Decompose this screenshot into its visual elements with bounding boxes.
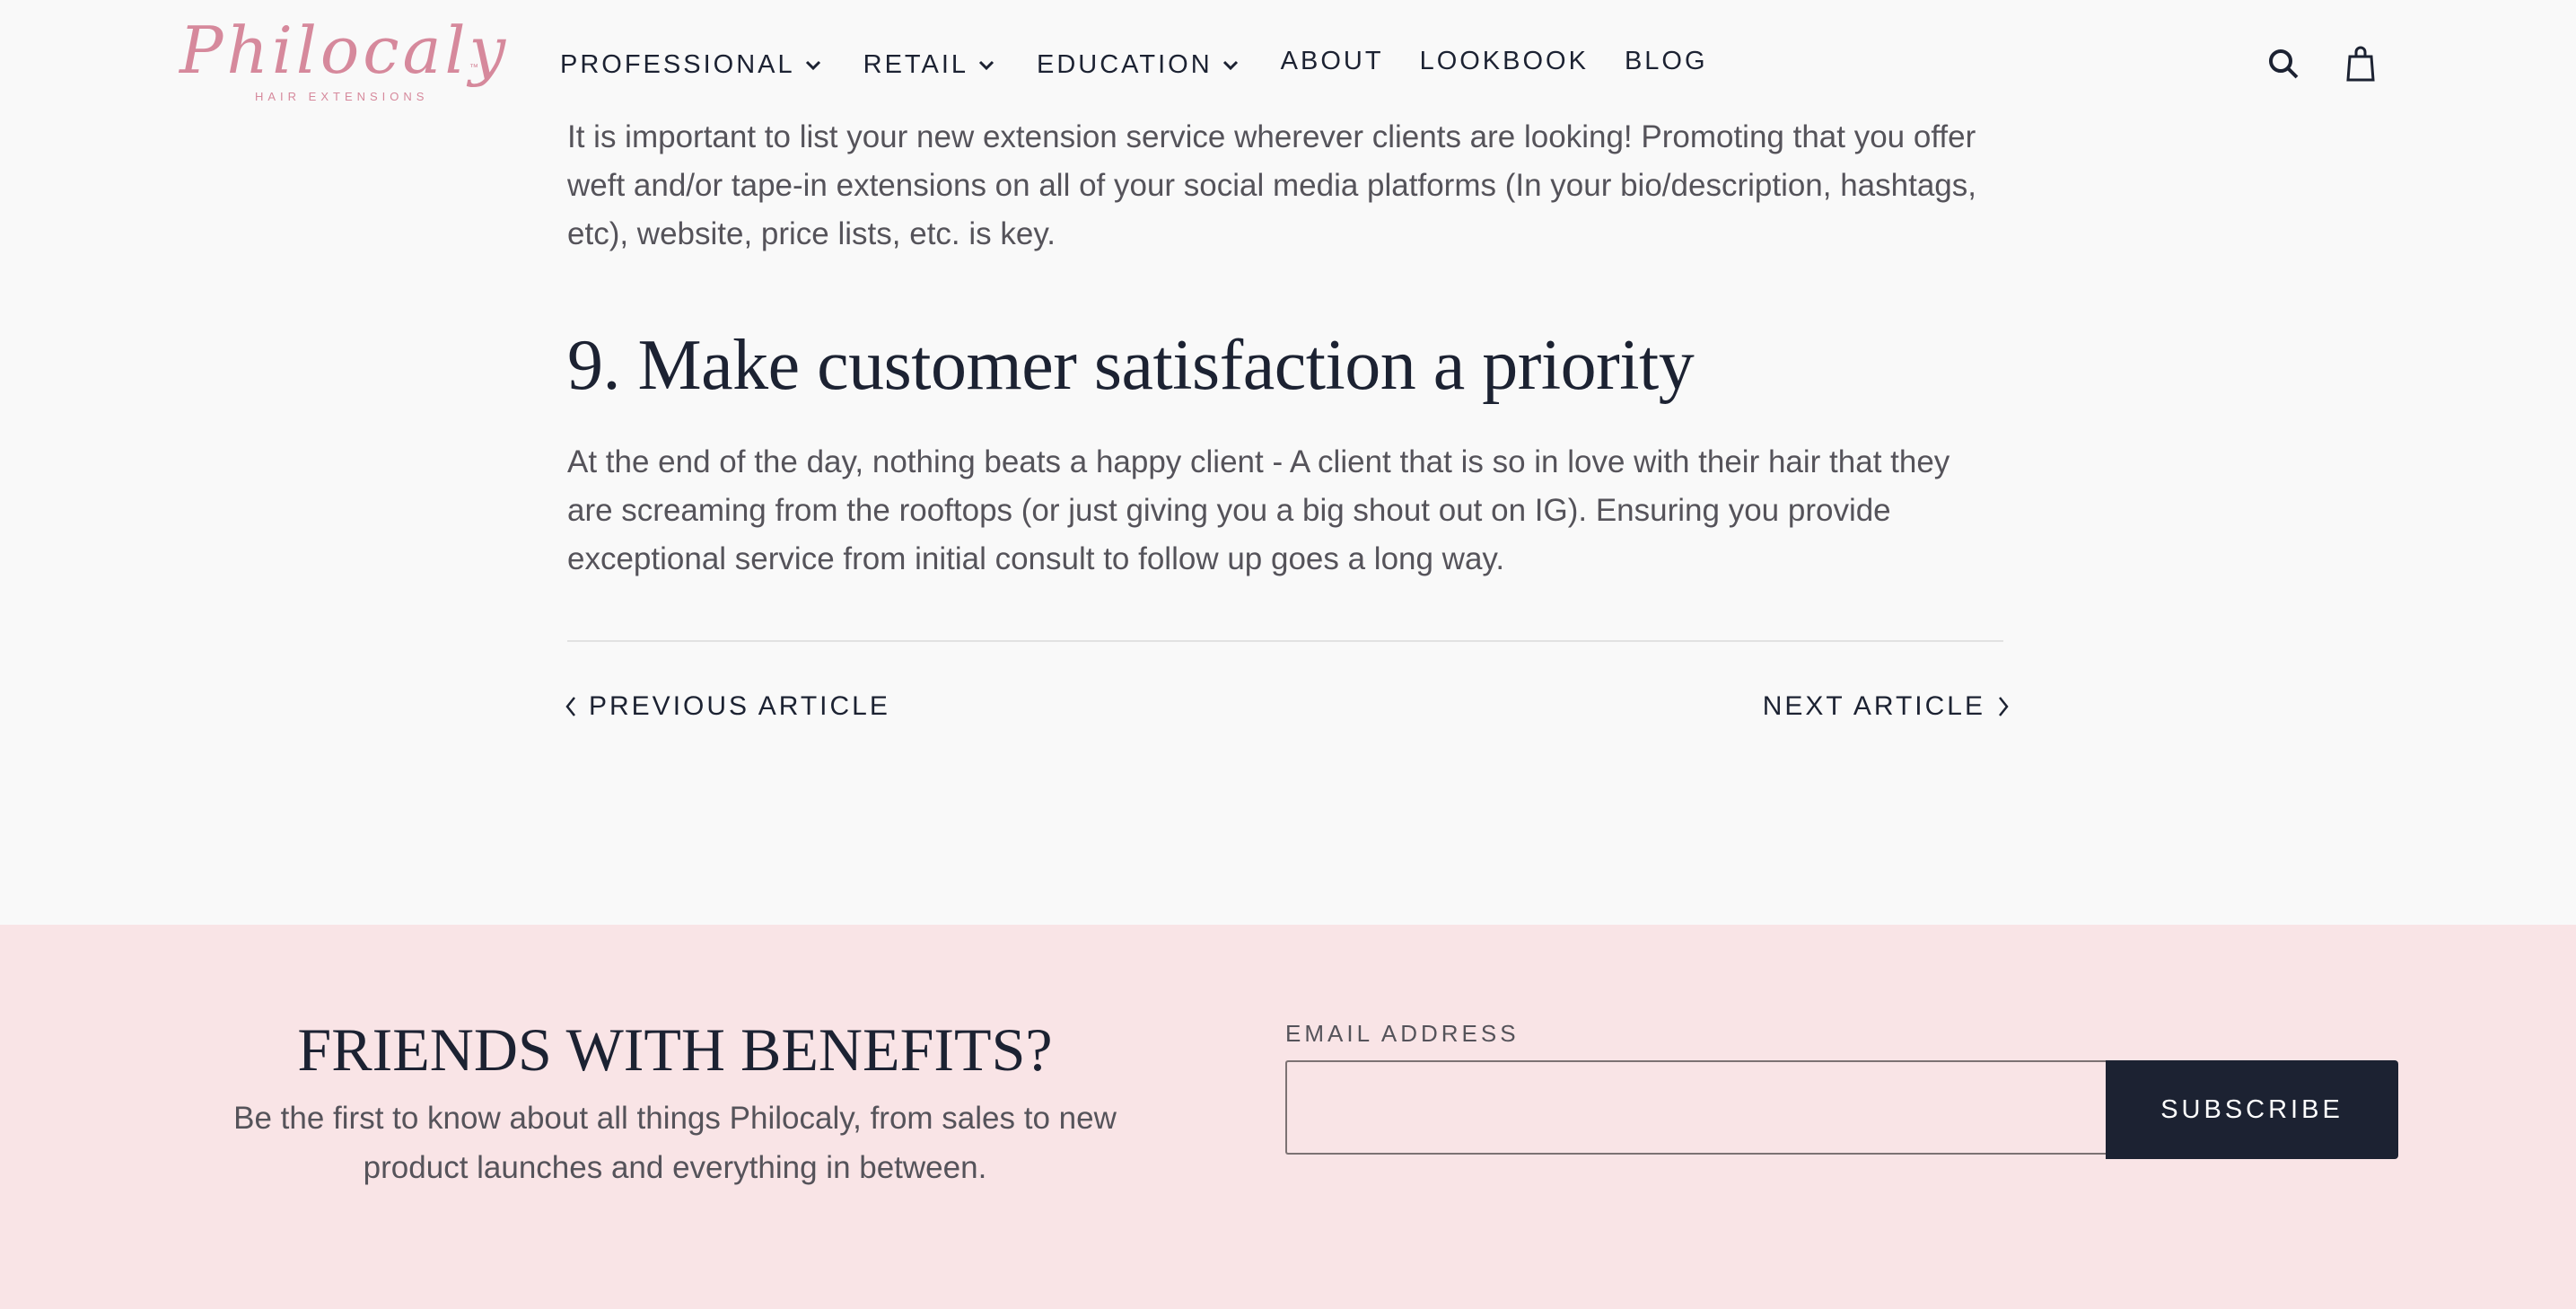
nav-item-lookbook[interactable]: LOOKBOOK <box>1420 47 1589 76</box>
chevron-left-icon <box>565 697 575 716</box>
shopping-bag-icon <box>2346 46 2375 82</box>
newsletter-description: Be the first to know about all things Ph… <box>233 1101 1117 1185</box>
nav-item-label: RETAIL <box>863 50 969 79</box>
cart-button[interactable] <box>2343 45 2379 84</box>
nav-item-label: ABOUT <box>1280 47 1384 75</box>
nav-item-professional[interactable]: PROFESSIONAL <box>560 50 822 80</box>
newsletter-section: FRIENDS WITH BENEFITS? Be the first to k… <box>0 925 2576 1309</box>
search-icon <box>2269 49 2299 79</box>
nav-item-retail[interactable]: RETAIL <box>863 50 995 80</box>
nav-item-label: BLOG <box>1624 47 1708 75</box>
divider <box>567 640 2003 642</box>
nav-item-label: LOOKBOOK <box>1419 47 1589 75</box>
nav-item-about[interactable]: ABOUT <box>1281 47 1384 76</box>
chevron-down-icon <box>978 60 994 70</box>
chevron-down-icon <box>1222 60 1238 70</box>
email-label: EMAIL ADDRESS <box>1285 1020 1520 1047</box>
newsletter-title: FRIENDS WITH BENEFITS? <box>297 1015 1053 1084</box>
nav-item-education[interactable]: EDUCATION <box>1037 50 1240 80</box>
next-article-link[interactable]: NEXT ARTICLE <box>1763 691 2011 722</box>
main-nav: PROFESSIONAL RETAIL EDUCATION ABOUT LOOK… <box>560 47 1749 79</box>
chevron-down-icon <box>805 60 820 70</box>
subscribe-button[interactable]: SUBSCRIBE <box>2106 1060 2398 1159</box>
logo-tagline: HAIR EXTENSIONS <box>255 90 429 103</box>
brand-logo[interactable]: Philocaly ™ HAIR EXTENSIONS <box>180 13 505 111</box>
previous-article-link[interactable]: PREVIOUS ARTICLE <box>564 691 890 722</box>
nav-item-label: EDUCATION <box>1037 50 1213 79</box>
email-input[interactable] <box>1285 1060 2107 1155</box>
section-heading: 9. Make customer satisfaction a priority <box>567 326 1695 405</box>
next-article-label: NEXT ARTICLE <box>1762 691 1985 721</box>
logo-trademark: ™ <box>469 63 478 73</box>
nav-item-blog[interactable]: BLOG <box>1625 47 1708 76</box>
chevron-right-icon <box>1999 697 2009 716</box>
previous-article-label: PREVIOUS ARTICLE <box>589 691 890 721</box>
search-button[interactable] <box>2266 45 2302 84</box>
article-paragraph: It is important to list your new extensi… <box>567 119 1976 251</box>
site-header: Philocaly ™ HAIR EXTENSIONS PROFESSIONAL… <box>0 0 2576 122</box>
article-paragraph: At the end of the day, nothing beats a h… <box>567 444 1950 576</box>
nav-item-label: PROFESSIONAL <box>560 50 795 79</box>
logo-wordmark: Philocaly <box>180 13 510 88</box>
